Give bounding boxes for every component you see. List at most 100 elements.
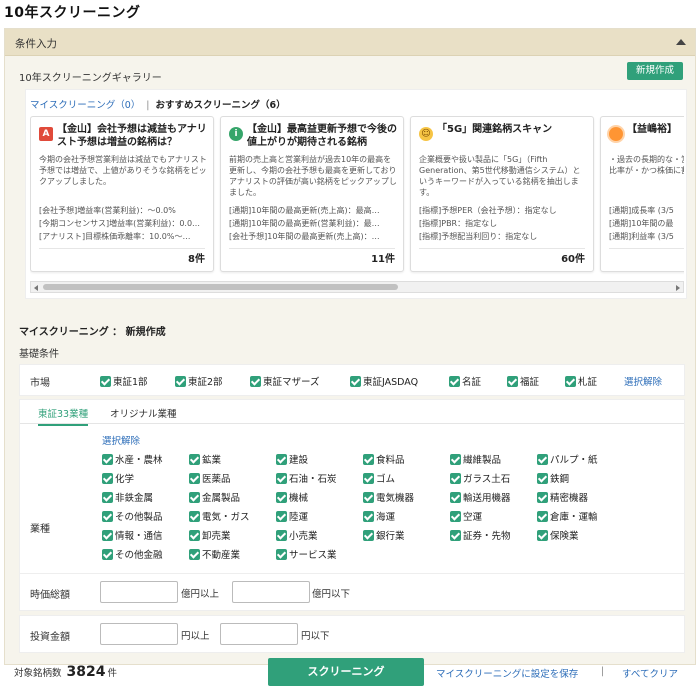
check-icon <box>449 376 460 387</box>
industry-checkbox[interactable]: 非鉄金属 <box>102 490 153 504</box>
gallery-card[interactable]: A 【金山】会社予想は減益もアナリスト予想は増益の銘柄は？ 今期の会社予想営業利… <box>30 116 214 272</box>
market-cap-min-unit: 億円以上 <box>181 589 220 600</box>
industry-checkbox[interactable]: その他製品 <box>102 509 163 523</box>
industry-checkbox-label: 空運 <box>463 512 483 523</box>
investment-min-unit: 円以上 <box>181 631 210 642</box>
check-icon <box>276 454 287 465</box>
industry-checkbox[interactable]: 証券・先物 <box>450 528 511 542</box>
industry-checkbox[interactable]: 銀行業 <box>363 528 405 542</box>
check-icon <box>537 511 548 522</box>
my-screening-heading: マイスクリーニング ： 新規作成 <box>19 327 166 338</box>
tab-tse33[interactable]: 東証33業種 <box>38 406 89 426</box>
market-checkbox-label: 東証マザーズ <box>263 377 320 388</box>
industry-checkbox[interactable]: ゴム <box>363 471 395 485</box>
industry-checkbox[interactable]: 精密機器 <box>537 490 588 504</box>
tab-my-screening[interactable]: マイスクリーニング（0） <box>30 100 140 111</box>
tab-original-industry[interactable]: オリジナル業種 <box>110 406 177 420</box>
industry-checkbox[interactable]: パルプ・紙 <box>537 452 598 466</box>
screening-button[interactable]: スクリーニング <box>268 658 424 686</box>
industry-checkbox[interactable]: 情報・通信 <box>102 528 163 542</box>
gallery-card[interactable]: 【益嶋裕】 ・過去の長期的な・営業利益率を示・自己資本比率が・かつ株価に割高 [… <box>600 116 684 272</box>
check-icon <box>350 376 361 387</box>
card-condition: [指標]予想配当利回り：指定なし <box>419 232 538 241</box>
industry-checkbox[interactable]: 電気機器 <box>363 490 414 504</box>
scroll-right-icon[interactable] <box>676 285 680 291</box>
market-cap-max-input[interactable] <box>232 581 310 603</box>
check-icon <box>507 376 518 387</box>
industry-checkbox[interactable]: サービス業 <box>276 547 337 561</box>
industry-checkbox-label: 石油・石炭 <box>289 474 337 485</box>
check-icon <box>102 549 113 560</box>
check-icon <box>537 530 548 541</box>
industry-checkbox[interactable]: 水産・農林 <box>102 452 163 466</box>
tab-recommended-screening[interactable]: おすすめスクリーニング（6） <box>156 100 286 111</box>
industry-checkbox[interactable]: 輸送用機器 <box>450 490 511 504</box>
industry-checkbox[interactable]: 倉庫・運輸 <box>537 509 598 523</box>
industry-checkbox[interactable]: 保険業 <box>537 528 579 542</box>
industry-checkbox[interactable]: 鉱業 <box>189 452 221 466</box>
industry-checkbox[interactable]: 電気・ガス <box>189 509 250 523</box>
check-icon <box>102 530 113 541</box>
industry-checkbox-label: 卸売業 <box>202 531 231 542</box>
conditions-header[interactable]: 条件入力 <box>5 29 695 56</box>
sun-icon <box>609 127 623 141</box>
check-icon <box>276 530 287 541</box>
gallery-card[interactable]: i 【金山】最高益更新予想で今後の値上がりが期待される銘柄 前期の売上高と営業利… <box>220 116 404 272</box>
card-condition: [アナリスト]目標株価乖離率：10.0%～… <box>39 232 191 241</box>
industry-checkbox-label: 繊維製品 <box>463 455 502 466</box>
check-icon <box>537 454 548 465</box>
industry-clear-link[interactable]: 選択解除 <box>102 433 140 447</box>
industry-checkbox[interactable]: 石油・石炭 <box>276 471 337 485</box>
scrollbar-thumb[interactable] <box>43 284 398 290</box>
industry-checkbox[interactable]: 食料品 <box>363 452 405 466</box>
market-checkbox[interactable]: 福証 <box>507 374 539 388</box>
scroll-left-icon[interactable] <box>34 285 38 291</box>
clear-all-link[interactable]: すべてクリア <box>622 666 678 680</box>
industry-checkbox[interactable]: 繊維製品 <box>450 452 501 466</box>
industry-checkbox[interactable]: 空運 <box>450 509 482 523</box>
industry-checkbox[interactable]: 建設 <box>276 452 308 466</box>
industry-checkbox[interactable]: 小売業 <box>276 528 318 542</box>
industry-checkbox[interactable]: 機械 <box>276 490 308 504</box>
market-clear-link[interactable]: 選択解除 <box>624 374 662 388</box>
card-divider <box>229 248 395 249</box>
industry-checkbox[interactable]: 鉄鋼 <box>537 471 569 485</box>
card-condition: [通期]利益率 (3/5 <box>609 232 674 241</box>
card-description: 企業概要や扱い製品に「5G」（Fifth Generation、第5世代移動通信… <box>419 155 581 197</box>
market-checkbox[interactable]: 東証2部 <box>175 374 223 388</box>
save-to-my-screening-link[interactable]: マイスクリーニングに設定を保存 <box>436 666 578 680</box>
industry-checkbox[interactable]: 金属製品 <box>189 490 240 504</box>
industry-checkbox[interactable]: ガラス土石 <box>450 471 510 485</box>
industry-checkbox[interactable]: 陸運 <box>276 509 308 523</box>
gallery-card[interactable]: ☺ 「5G」関連銘柄スキャン 企業概要や扱い製品に「5G」（Fifth Gene… <box>410 116 594 272</box>
industry-checkbox-label: その他製品 <box>115 512 163 523</box>
industry-checkbox[interactable]: 医薬品 <box>189 471 231 485</box>
industry-checkbox[interactable]: 卸売業 <box>189 528 231 542</box>
market-checkbox-label: 東証JASDAQ <box>363 377 419 388</box>
collapse-icon[interactable] <box>676 39 686 45</box>
industry-checkbox-label: 不動産業 <box>202 550 241 561</box>
industry-checkbox[interactable]: その他金融 <box>102 547 163 561</box>
check-icon <box>250 376 261 387</box>
market-checkbox[interactable]: 名証 <box>449 374 481 388</box>
industry-checkbox[interactable]: 海運 <box>363 509 395 523</box>
card-condition: [会社予想]増益率(営業利益)：～0.0% <box>39 206 176 215</box>
investment-min-input[interactable] <box>100 623 178 645</box>
check-icon <box>175 376 186 387</box>
horizontal-scrollbar[interactable] <box>30 281 684 293</box>
market-checkbox[interactable]: 東証1部 <box>100 374 148 388</box>
card-title: 「5G」関連銘柄スキャン <box>437 124 553 135</box>
smile-icon: ☺ <box>419 127 433 141</box>
market-checkbox[interactable]: 東証JASDAQ <box>350 374 418 388</box>
new-screening-button[interactable]: 新規作成 <box>626 62 683 80</box>
market-checkbox[interactable]: 東証マザーズ <box>250 374 320 388</box>
investment-max-input[interactable] <box>220 623 298 645</box>
industry-checkbox[interactable]: 不動産業 <box>189 547 240 561</box>
check-icon <box>189 511 200 522</box>
market-cap-min-input[interactable] <box>100 581 178 603</box>
industry-checkbox[interactable]: 化学 <box>102 471 134 485</box>
check-icon <box>276 473 287 484</box>
market-checkbox[interactable]: 札証 <box>565 374 597 388</box>
check-icon <box>450 492 461 503</box>
check-icon <box>276 511 287 522</box>
